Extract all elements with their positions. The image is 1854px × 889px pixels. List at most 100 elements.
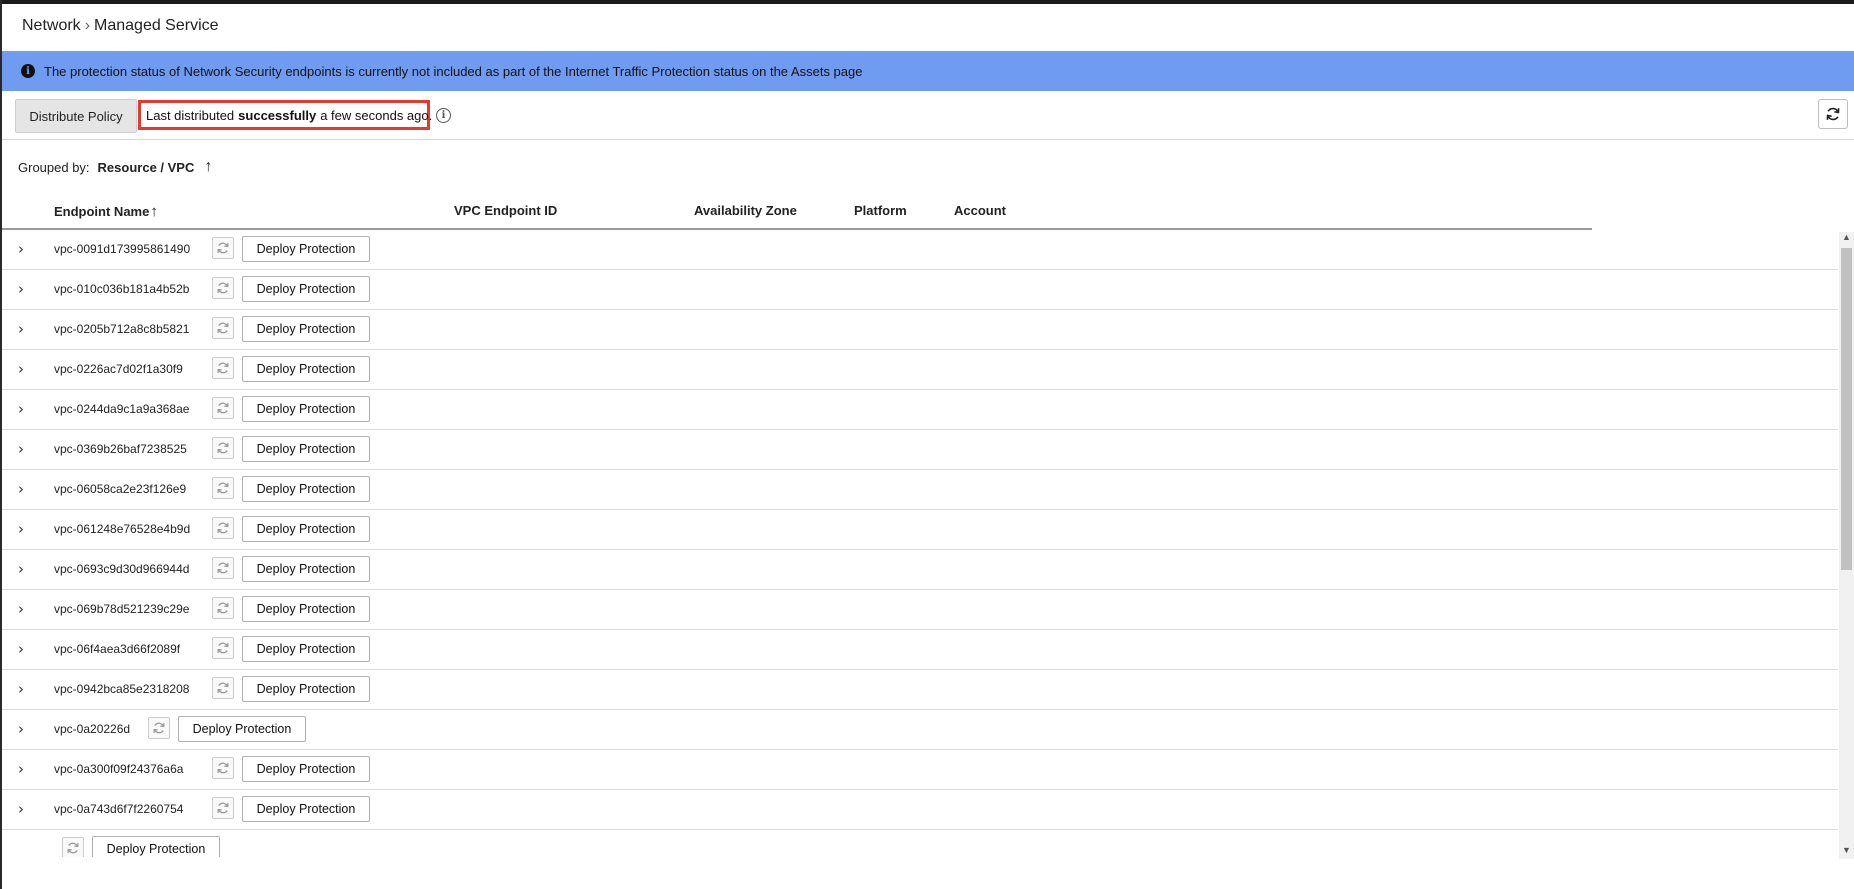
table-row[interactable]: › vpc-0091d173995861490 Deploy Protection [2, 230, 1838, 270]
distribute-policy-button[interactable]: Distribute Policy [15, 99, 137, 133]
scrollbar-thumb[interactable] [1841, 248, 1852, 570]
chevron-right-icon[interactable]: › [18, 800, 24, 818]
sync-button[interactable] [212, 797, 234, 819]
deploy-protection-button[interactable]: Deploy Protection [242, 796, 370, 822]
table-row[interactable]: › vpc-06f4aea3d66f2089f Deploy Protection [2, 630, 1838, 670]
sync-icon [217, 242, 229, 254]
sync-icon [217, 442, 229, 454]
chevron-right-icon[interactable]: › [18, 760, 24, 778]
sync-button[interactable] [212, 557, 234, 579]
deploy-protection-button[interactable]: Deploy Protection [242, 436, 370, 462]
info-banner: i The protection status of Network Secur… [2, 51, 1854, 91]
table-row[interactable]: ›Deploy Protection [2, 830, 1838, 857]
endpoint-name: vpc-061248e76528e4b9d [54, 522, 191, 536]
deploy-protection-button[interactable]: Deploy Protection [242, 396, 370, 422]
chevron-right-icon[interactable]: › [18, 520, 24, 538]
window-top-border [0, 0, 1854, 4]
column-endpoint-name[interactable]: Endpoint Name↑ [54, 203, 158, 220]
breadcrumb-separator: › [84, 17, 91, 34]
chevron-right-icon[interactable]: › [18, 400, 24, 418]
sync-icon [217, 362, 229, 374]
table-row[interactable]: › vpc-0369b26baf7238525 Deploy Protection [2, 430, 1838, 470]
column-vpc-endpoint-id[interactable]: VPC Endpoint ID [454, 203, 557, 218]
table-row[interactable]: › vpc-010c036b181a4b52b Deploy Protection [2, 270, 1838, 310]
table-row[interactable]: › vpc-0a743d6f7f2260754 Deploy Protection [2, 790, 1838, 830]
table-row[interactable]: › vpc-069b78d521239c29e Deploy Protection [2, 590, 1838, 630]
sync-button[interactable] [212, 317, 234, 339]
sync-button[interactable] [212, 437, 234, 459]
deploy-protection-button[interactable]: Deploy Protection [242, 636, 370, 662]
endpoint-name: vpc-06f4aea3d66f2089f [54, 642, 181, 656]
status-suffix: a few seconds ago. [320, 107, 433, 123]
table-row[interactable]: › vpc-06058ca2e23f126e9 Deploy Protection [2, 470, 1838, 510]
chevron-right-icon[interactable]: › [18, 440, 24, 458]
table-row[interactable]: › vpc-061248e76528e4b9d Deploy Protection [2, 510, 1838, 550]
deploy-protection-button[interactable]: Deploy Protection [178, 716, 306, 742]
table-row[interactable]: › vpc-0693c9d30d966944d Deploy Protection [2, 550, 1838, 590]
scroll-down-icon[interactable]: ▼ [1839, 845, 1854, 859]
deploy-protection-button[interactable]: Deploy Protection [242, 316, 370, 342]
endpoint-name: vpc-0942bca85e2318208 [54, 682, 190, 696]
endpoint-name: vpc-0a300f09f24376a6a [54, 762, 184, 776]
chevron-right-icon[interactable]: › [18, 600, 24, 618]
endpoint-name: vpc-0226ac7d02f1a30f9 [54, 362, 183, 376]
sync-icon [217, 682, 229, 694]
column-availability-zone[interactable]: Availability Zone [694, 203, 797, 218]
deploy-protection-button[interactable]: Deploy Protection [242, 276, 370, 302]
column-account[interactable]: Account [954, 203, 1006, 218]
sync-button[interactable] [212, 517, 234, 539]
chevron-right-icon[interactable]: › [18, 240, 24, 258]
deploy-protection-button[interactable]: Deploy Protection [242, 516, 370, 542]
sync-button[interactable] [212, 237, 234, 259]
endpoint-name: vpc-0244da9c1a9a368ae [54, 402, 190, 416]
sync-button[interactable] [148, 717, 170, 739]
sync-button[interactable] [212, 597, 234, 619]
table-row[interactable]: › vpc-0226ac7d02f1a30f9 Deploy Protection [2, 350, 1838, 390]
chevron-right-icon[interactable]: › [18, 640, 24, 658]
table-row[interactable]: › vpc-0942bca85e2318208 Deploy Protection [2, 670, 1838, 710]
sync-button[interactable] [62, 837, 84, 857]
refresh-button[interactable] [1818, 99, 1848, 129]
chevron-right-icon[interactable]: › [18, 320, 24, 338]
sync-button[interactable] [212, 677, 234, 699]
table-row[interactable]: › vpc-0a20226d Deploy Protection [2, 710, 1838, 750]
group-sort-arrow-icon[interactable]: ↑ [204, 158, 212, 176]
deploy-protection-button[interactable]: Deploy Protection [242, 756, 370, 782]
breadcrumb-parent[interactable]: Network [22, 17, 81, 34]
refresh-icon [1826, 107, 1840, 121]
status-info-icon[interactable]: i [436, 108, 451, 123]
grouped-by-value[interactable]: Resource / VPC [98, 160, 195, 175]
deploy-protection-button[interactable]: Deploy Protection [242, 476, 370, 502]
sync-button[interactable] [212, 637, 234, 659]
distribution-status: Last distributed successfully a few second… [138, 100, 433, 130]
sync-button[interactable] [212, 757, 234, 779]
vertical-scrollbar[interactable]: ▲ ▼ [1839, 232, 1854, 859]
chevron-right-icon[interactable]: › [18, 680, 24, 698]
column-platform[interactable]: Platform [854, 203, 907, 218]
deploy-protection-button[interactable]: Deploy Protection [242, 556, 370, 582]
sync-icon [153, 722, 165, 734]
status-prefix: Last distributed [146, 107, 235, 123]
scroll-up-icon[interactable]: ▲ [1839, 232, 1854, 246]
sync-button[interactable] [212, 477, 234, 499]
sync-button[interactable] [212, 357, 234, 379]
deploy-protection-button[interactable]: Deploy Protection [242, 596, 370, 622]
table-row[interactable]: › vpc-0a300f09f24376a6a Deploy Protection [2, 750, 1838, 790]
deploy-protection-button[interactable]: Deploy Protection [242, 236, 370, 262]
chevron-right-icon[interactable]: › [18, 560, 24, 578]
chevron-right-icon[interactable]: › [18, 720, 24, 738]
table-row[interactable]: › vpc-0244da9c1a9a368ae Deploy Protection [2, 390, 1838, 430]
table-row[interactable]: › vpc-0205b712a8c8b5821 Deploy Protection [2, 310, 1838, 350]
sync-icon [217, 522, 229, 534]
deploy-protection-button[interactable]: Deploy Protection [92, 836, 220, 857]
endpoint-name: vpc-0369b26baf7238525 [54, 442, 187, 456]
deploy-protection-button[interactable]: Deploy Protection [242, 676, 370, 702]
sync-button[interactable] [212, 397, 234, 419]
sync-button[interactable] [212, 277, 234, 299]
chevron-right-icon[interactable]: › [18, 280, 24, 298]
chevron-right-icon[interactable]: › [18, 360, 24, 378]
chevron-right-icon[interactable]: › [18, 480, 24, 498]
sync-icon [217, 482, 229, 494]
endpoint-name: vpc-06058ca2e23f126e9 [54, 482, 187, 496]
deploy-protection-button[interactable]: Deploy Protection [242, 356, 370, 382]
